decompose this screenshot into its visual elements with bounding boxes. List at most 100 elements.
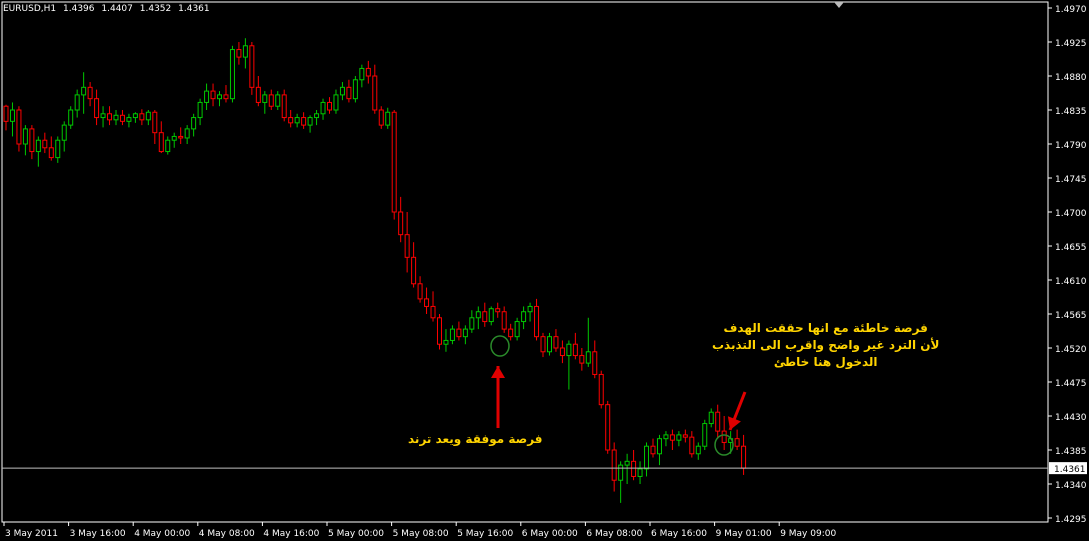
- candle-body: [139, 113, 145, 121]
- candle-body: [333, 94, 339, 111]
- x-tick-label: 5 May 16:00: [457, 529, 513, 539]
- candle-body: [546, 336, 552, 353]
- candle-body: [404, 234, 410, 258]
- candle-body: [35, 139, 41, 153]
- candle-body: [663, 434, 669, 440]
- candle-body: [9, 109, 15, 122]
- symbol-header: EURUSD,H1 1.4396 1.4407 1.4352 1.4361: [3, 4, 214, 14]
- candle-body: [424, 298, 430, 307]
- candle-body: [74, 94, 80, 111]
- candle-body: [611, 449, 617, 481]
- candle-body: [676, 434, 682, 441]
- y-tick-label: 1.4925: [1055, 39, 1087, 49]
- candle-body: [249, 45, 255, 88]
- candle-body: [624, 460, 630, 466]
- candle-body: [229, 49, 235, 100]
- candle-body: [669, 434, 675, 441]
- x-tick-label: 3 May 16:00: [70, 529, 126, 539]
- candle-body: [734, 438, 740, 447]
- candle-body: [29, 128, 35, 153]
- good-trade-annotation: فرصة موفقة ويعد ترند: [408, 432, 543, 446]
- candle: [605, 400, 611, 454]
- candle-body: [417, 283, 423, 300]
- candle-body: [301, 117, 307, 126]
- candle-body: [68, 109, 74, 126]
- bad-trade-line-2: لأن الترد غير واضح واقرب الى التذبذب: [712, 338, 940, 352]
- y-tick-label: 1.4970: [1055, 5, 1087, 15]
- candle-body: [165, 139, 171, 153]
- candle-body: [656, 438, 662, 455]
- candle-body: [598, 373, 604, 406]
- candle-body: [682, 434, 688, 438]
- candle-body: [327, 101, 332, 111]
- candle-body: [339, 86, 345, 96]
- candle-body: [171, 135, 177, 141]
- symbol-label: EURUSD,H1: [3, 4, 57, 14]
- candle-body: [275, 94, 281, 107]
- candle-body: [540, 336, 546, 353]
- candle-body: [217, 94, 223, 100]
- open-price: 1.4396: [63, 4, 95, 14]
- candle-body: [372, 75, 378, 111]
- candle-body: [107, 113, 113, 121]
- candle-body: [191, 117, 197, 130]
- candle-body: [16, 109, 22, 145]
- candle-body: [94, 98, 100, 119]
- candle-body: [501, 311, 507, 330]
- candle-body: [644, 445, 650, 470]
- candle-body: [255, 86, 261, 103]
- candle-body: [398, 211, 404, 236]
- y-tick-label: 1.4700: [1055, 209, 1087, 219]
- candle-body: [236, 49, 242, 58]
- price-chart[interactable]: 1.4970 1.4925 1.4880 1.4835 1.4790 1.4745 1.47…: [0, 0, 1089, 541]
- y-tick-label: 1.4295: [1055, 515, 1087, 525]
- candle-body: [650, 445, 656, 455]
- candle: [352, 76, 358, 103]
- candle-body: [359, 67, 365, 81]
- candle-body: [100, 113, 106, 119]
- candle-body: [521, 311, 527, 323]
- candle-body: [119, 114, 125, 122]
- low-price: 1.4352: [139, 4, 172, 14]
- candle-body: [42, 139, 48, 149]
- x-tick-label: 5 May 00:00: [328, 529, 384, 539]
- candle-body: [443, 339, 449, 345]
- candle-body: [741, 445, 747, 469]
- candle-body: [262, 94, 268, 103]
- candle-body: [637, 468, 643, 477]
- candle-body: [268, 94, 274, 107]
- y-tick-label: 1.4835: [1055, 107, 1087, 117]
- candle: [229, 45, 235, 103]
- y-tick-label: 1.4880: [1055, 73, 1087, 83]
- candle-body: [132, 113, 138, 119]
- candle-body: [178, 135, 184, 139]
- y-tick-label: 1.4385: [1055, 447, 1087, 457]
- y-tick-label: 1.4475: [1055, 379, 1087, 389]
- candle: [598, 370, 604, 409]
- candle-body: [495, 308, 501, 313]
- candle: [514, 317, 520, 341]
- candle-body: [566, 343, 572, 357]
- candle-body: [87, 86, 93, 100]
- candle-body: [378, 109, 384, 126]
- svg-text:1.4361: 1.4361: [1054, 465, 1086, 475]
- candle-body: [631, 460, 637, 477]
- x-tick-label: 9 May 01:00: [716, 529, 772, 539]
- y-tick-label: 1.4790: [1055, 141, 1087, 151]
- candle-body: [456, 328, 462, 338]
- x-tick-label: 3 May 2011: [5, 529, 58, 539]
- bad-trade-line-1: فرصة خاطئة مع انها حققت الهدف: [723, 321, 928, 335]
- candle-body: [527, 305, 533, 313]
- candle-body: [126, 117, 132, 122]
- candle-body: [708, 411, 714, 425]
- candle-body: [48, 147, 54, 159]
- chart-background: [0, 0, 1089, 541]
- candle: [391, 110, 397, 220]
- candle-body: [210, 90, 216, 100]
- candle-body: [385, 111, 391, 126]
- x-tick-label: 6 May 00:00: [522, 529, 578, 539]
- x-tick-label: 5 May 08:00: [393, 529, 449, 539]
- candle: [68, 106, 74, 129]
- x-tick-label: 4 May 08:00: [199, 529, 255, 539]
- candle-body: [695, 445, 701, 455]
